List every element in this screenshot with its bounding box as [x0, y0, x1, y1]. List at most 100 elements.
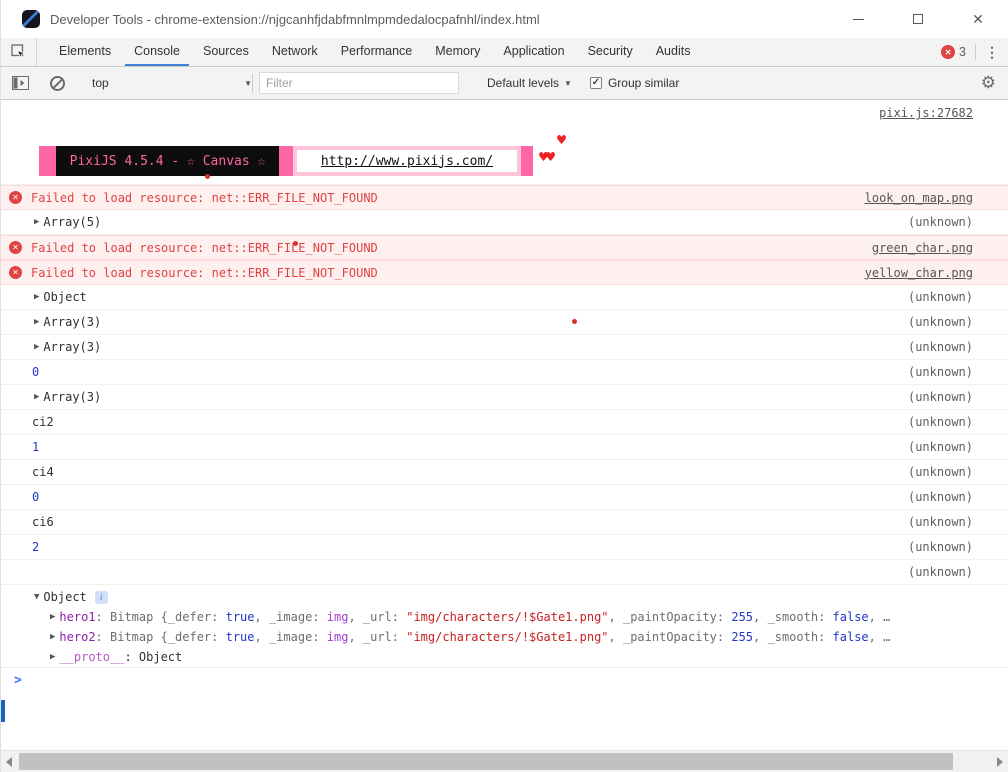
message-text: Object	[43, 290, 87, 304]
token: 255	[731, 610, 754, 624]
minimize-button[interactable]	[852, 12, 864, 26]
filter-input[interactable]	[259, 72, 459, 94]
token: , _paintOpacity:	[608, 630, 732, 644]
source-link[interactable]: pixi.js:27682	[879, 106, 973, 120]
error-text: Failed to load resource: net::ERR_FILE_N…	[31, 190, 378, 205]
error-message: ✕ Failed to load resource: net::ERR_FILE_…	[1, 185, 1008, 210]
token: : Bitmap {_defer:	[95, 610, 226, 624]
source-unknown: (unknown)	[907, 465, 973, 479]
expand-triangle-icon[interactable]: ▶	[50, 612, 55, 622]
source-unknown: (unknown)	[907, 315, 973, 329]
error-text: Failed to load resource: net::ERR_FILE_N…	[31, 265, 378, 280]
source-unknown: (unknown)	[907, 415, 973, 429]
token: hero2	[59, 630, 96, 644]
tab-memory[interactable]: Memory	[426, 38, 489, 66]
token: , …	[868, 610, 891, 624]
more-options-icon[interactable]: ⋮	[985, 44, 999, 61]
console-drawer-button[interactable]	[12, 76, 29, 90]
tree-row: ▼ Object i	[1, 587, 1008, 607]
console-message: ▶ Array(3) (unknown)	[1, 335, 1008, 360]
message-text: 1	[32, 440, 40, 454]
tree-row: ▶ hero1: Bitmap {_defer: true, _image: im…	[1, 607, 1008, 627]
message-text: Array(3)	[43, 390, 102, 404]
context-selector[interactable]: top ▼	[92, 76, 252, 90]
tab-security[interactable]: Security	[579, 38, 642, 66]
console-message: ▶ Array(3) (unknown)	[1, 310, 1008, 335]
group-similar-checkbox[interactable]: ✓	[589, 77, 602, 89]
console-message: ▶ Object (unknown)	[1, 285, 1008, 310]
pixijs-link[interactable]: http://www.pixijs.com/	[321, 154, 493, 169]
horizontal-scrollbar[interactable]	[1, 750, 1008, 772]
message-text: ci6	[32, 515, 54, 529]
expand-triangle-icon[interactable]: ▶	[34, 342, 39, 352]
info-icon: i	[94, 590, 108, 604]
chevron-down-icon: ▼	[244, 78, 252, 88]
console-message: ▶ Array(3) (unknown)	[1, 385, 1008, 410]
tab-audits[interactable]: Audits	[647, 38, 700, 66]
message-text: 2	[32, 540, 40, 554]
token: __proto__	[59, 650, 125, 664]
console-message: ci4 (unknown)	[1, 460, 1008, 485]
maximize-icon	[913, 14, 923, 24]
maximize-button[interactable]	[912, 12, 924, 26]
group-similar-label: Group similar	[607, 76, 680, 90]
console-prompt[interactable]: >	[1, 668, 1008, 692]
scroll-left-arrow-icon[interactable]	[6, 757, 12, 767]
console-message: ▶ Array(5) (unknown)	[1, 210, 1008, 235]
source-unknown: (unknown)	[907, 365, 973, 379]
tab-network[interactable]: Network	[263, 38, 327, 66]
tab-bar-right: ✕ 3 ⋮	[941, 38, 1008, 66]
message-text: ci4	[32, 465, 54, 479]
expand-triangle-icon[interactable]: ▶	[34, 392, 39, 402]
expand-triangle-icon[interactable]: ▶	[50, 652, 55, 662]
message-text: ci2	[32, 415, 54, 429]
message-text: Array(3)	[43, 315, 102, 329]
source-unknown: (unknown)	[907, 290, 973, 304]
banner-pink-bar	[279, 146, 293, 176]
console-message: 0 (unknown)	[1, 485, 1008, 510]
tab-strip: Elements Console Sources Network Performance…	[45, 38, 699, 66]
source-link[interactable]: green_char.png	[872, 241, 973, 255]
tab-console[interactable]: Console	[125, 38, 189, 66]
pixijs-banner: PixiJS 4.5.4 - ☆ Canvas ☆ http://www.pixi…	[39, 146, 533, 176]
console-message: 0 (unknown)	[1, 360, 1008, 385]
scrollbar-thumb[interactable]	[19, 753, 953, 770]
log-levels-dropdown[interactable]: Default levels ▼	[487, 76, 572, 90]
banner-pink-bar	[521, 146, 533, 176]
close-button[interactable]: ✕	[972, 12, 984, 26]
tab-application[interactable]: Application	[494, 38, 573, 66]
settings-gear-icon[interactable]: ⚙	[981, 73, 996, 93]
token: "img/characters/!$Gate1.png"	[406, 610, 609, 624]
expand-triangle-icon[interactable]: ▶	[34, 217, 39, 227]
tree-row: ▶ __proto__: Object	[1, 647, 1008, 667]
source-unknown: (unknown)	[907, 440, 973, 454]
tab-elements[interactable]: Elements	[50, 38, 120, 66]
source-unknown: (unknown)	[907, 490, 973, 504]
token: 255	[731, 630, 754, 644]
message-text: 0	[32, 365, 40, 379]
expand-triangle-icon[interactable]: ▶	[50, 632, 55, 642]
expand-triangle-icon[interactable]: ▼	[34, 592, 39, 602]
console-message: (unknown)	[1, 560, 1008, 585]
token: true	[225, 610, 255, 624]
token: : Object	[124, 650, 183, 664]
pixijs-version-text: PixiJS 4.5.4 - ☆ Canvas ☆	[56, 146, 279, 176]
expand-triangle-icon[interactable]: ▶	[34, 317, 39, 327]
error-badge-icon[interactable]: ✕	[941, 45, 956, 59]
inspect-element-button[interactable]	[1, 38, 37, 66]
error-message: ✕ Failed to load resource: net::ERR_FILE_…	[1, 260, 1008, 285]
expand-triangle-icon[interactable]: ▶	[34, 292, 39, 302]
scroll-right-arrow-icon[interactable]	[997, 757, 1003, 767]
source-unknown: (unknown)	[907, 515, 973, 529]
clear-console-button[interactable]	[50, 75, 65, 91]
heart-icon: ♥♥	[539, 148, 555, 166]
token: , …	[868, 630, 891, 644]
source-link[interactable]: yellow_char.png	[865, 266, 973, 280]
source-link[interactable]: look_on_map.png	[865, 191, 973, 205]
message-text: 0	[32, 490, 40, 504]
tab-sources[interactable]: Sources	[194, 38, 258, 66]
tab-performance[interactable]: Performance	[332, 38, 422, 66]
divider	[975, 44, 976, 60]
console-toolbar: top ▼ Default levels ▼ ✓ Group similar ⚙	[1, 67, 1008, 100]
token: Object	[43, 590, 87, 604]
